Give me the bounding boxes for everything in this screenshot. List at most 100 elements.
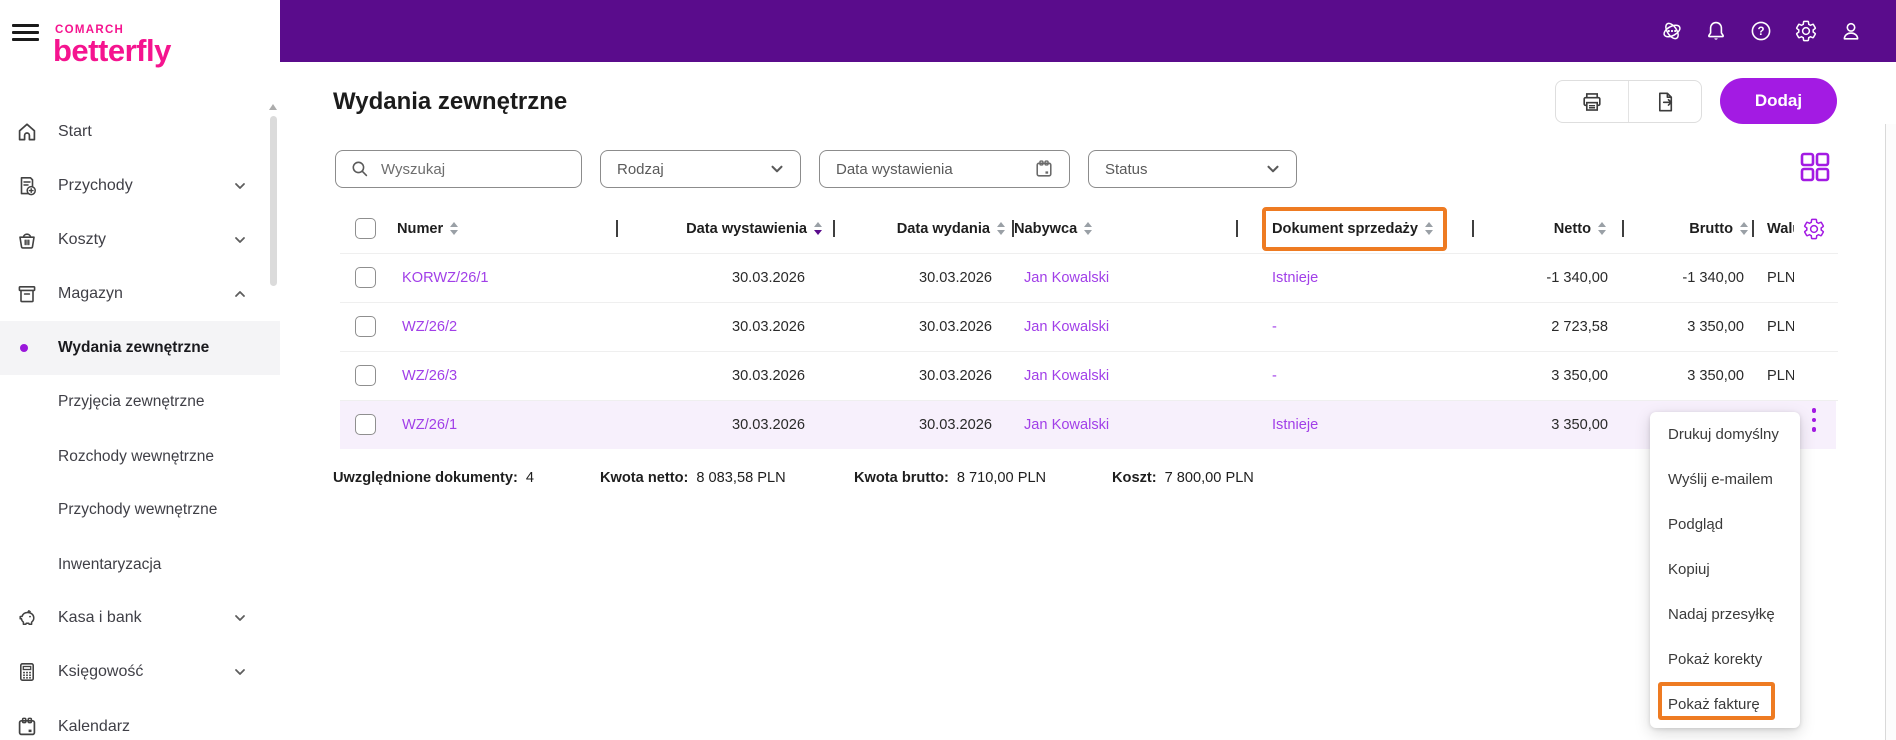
column-header-data-wydania[interactable]: Data wydania: [840, 207, 1005, 250]
row-actions-kebab-icon[interactable]: [1810, 408, 1818, 432]
sidebar-item-wydania-zewnetrzne[interactable]: Wydania zewnętrzne: [0, 321, 280, 375]
column-header-numer[interactable]: Numer: [397, 207, 459, 250]
currency-cell: PLN: [1767, 269, 1794, 286]
add-button[interactable]: Dodaj: [1720, 78, 1837, 124]
sidebar-item-przychody[interactable]: Przychody: [0, 159, 280, 213]
print-button[interactable]: [1556, 81, 1628, 122]
rodzaj-filter-dropdown[interactable]: Rodzaj: [600, 150, 801, 188]
sidebar-item-rozchody-wewnetrzne[interactable]: Rozchody wewnętrzne: [0, 430, 280, 484]
column-separator[interactable]: [1752, 220, 1754, 237]
data-wystawienia-filter-label: Data wystawienia: [836, 160, 953, 178]
row-checkbox[interactable]: [355, 316, 376, 337]
column-header-brutto[interactable]: Brutto: [1630, 207, 1748, 250]
column-separator[interactable]: [1236, 220, 1238, 237]
scroll-up-arrow[interactable]: [269, 104, 277, 110]
sales-document-link[interactable]: Istnieje: [1272, 253, 1318, 302]
document-number-link[interactable]: KORWZ/26/1: [402, 253, 489, 302]
calculator-icon: [20, 662, 34, 681]
sidebar-item-inwentaryzacja[interactable]: Inwentaryzacja: [0, 538, 280, 592]
column-separator[interactable]: [1472, 220, 1474, 237]
hamburger-menu-icon[interactable]: [12, 24, 39, 42]
sort-icon: [1598, 222, 1606, 235]
sidebar-item-przychody-wewnetrzne[interactable]: Przychody wewnętrzne: [0, 483, 280, 537]
buyer-link[interactable]: Jan Kowalski: [1024, 400, 1109, 449]
page-scrollbar[interactable]: [1885, 124, 1896, 740]
document-number-link[interactable]: WZ/26/1: [402, 400, 457, 449]
currency-cell: PLN: [1767, 367, 1794, 384]
notifications-bell-icon[interactable]: [1704, 19, 1728, 43]
table-row[interactable]: WZ/26/2 30.03.2026 30.03.2026 Jan Kowals…: [280, 302, 1896, 351]
menu-item-pokaz-fakture[interactable]: Pokaż fakturę: [1650, 682, 1800, 727]
sidebar-item-kasa-i-bank[interactable]: Kasa i bank: [0, 591, 280, 645]
sidebar-scrollbar[interactable]: [267, 100, 279, 740]
currency-cell: PLN: [1767, 318, 1794, 335]
sidebar-item-kalendarz[interactable]: Kalendarz: [0, 700, 280, 740]
menu-item-wyslij-emailem[interactable]: Wyślij e-mailem: [1650, 457, 1800, 502]
sidebar-item-label: Kalendarz: [58, 718, 131, 735]
scrollbar-thumb[interactable]: [269, 116, 277, 286]
menu-item-drukuj-domyslny[interactable]: Drukuj domyślny: [1650, 412, 1800, 457]
chat-assistant-icon[interactable]: [1660, 19, 1684, 43]
sort-icon-active-desc: [814, 222, 822, 235]
row-checkbox[interactable]: [355, 365, 376, 386]
sidebar-item-ksiegowosc[interactable]: Księgowość: [0, 645, 280, 699]
column-separator[interactable]: [1012, 220, 1014, 237]
buyer-link[interactable]: Jan Kowalski: [1024, 302, 1109, 351]
sales-document-link[interactable]: -: [1272, 351, 1277, 400]
column-settings-gear-icon[interactable]: [1802, 217, 1826, 241]
sidebar-item-label: Przychody: [58, 177, 133, 194]
menu-item-podglad[interactable]: Podgląd: [1650, 502, 1800, 547]
column-header-dokument-sprzedazy[interactable]: Dokument sprzedaży: [1272, 207, 1433, 250]
column-header-waluta[interactable]: Waluta: [1767, 207, 1794, 250]
sidebar-item-koszty[interactable]: Koszty: [0, 213, 280, 267]
sidebar-item-start[interactable]: Start: [0, 105, 280, 159]
settings-gear-icon[interactable]: [1794, 19, 1818, 43]
menu-item-kopiuj[interactable]: Kopiuj: [1650, 547, 1800, 592]
sales-document-link[interactable]: -: [1272, 302, 1277, 351]
release-date-cell: 30.03.2026: [918, 416, 992, 433]
profile-icon[interactable]: [1839, 19, 1863, 43]
sidebar-item-label: Przyjęcia zewnętrzne: [58, 393, 205, 410]
help-icon[interactable]: ?: [1749, 19, 1773, 43]
row-checkbox[interactable]: [355, 414, 376, 435]
sort-icon: [1740, 222, 1748, 235]
export-button[interactable]: [1629, 81, 1701, 122]
document-number-link[interactable]: WZ/26/3: [402, 351, 457, 400]
grid-view-toggle-icon[interactable]: [1800, 152, 1830, 182]
sort-icon: [1424, 222, 1433, 235]
basket-icon: [19, 233, 35, 249]
sales-document-link[interactable]: Istnieje: [1272, 400, 1318, 449]
menu-item-nadaj-przesylke[interactable]: Nadaj przesyłkę: [1650, 592, 1800, 637]
search-filter[interactable]: [335, 150, 582, 188]
column-separator[interactable]: [616, 220, 618, 237]
select-all-checkbox[interactable]: [355, 218, 376, 239]
chevron-up-icon: [232, 286, 248, 302]
column-separator[interactable]: [833, 220, 835, 237]
document-number-link[interactable]: WZ/26/2: [402, 302, 457, 351]
sidebar-item-magazyn[interactable]: Magazyn: [0, 267, 280, 321]
row-checkbox[interactable]: [355, 267, 376, 288]
column-header-netto[interactable]: Netto: [1490, 207, 1606, 250]
column-header-nabywca[interactable]: Nabywca: [1014, 207, 1093, 250]
brutto-cell: 3 350,00: [1687, 367, 1744, 384]
search-input[interactable]: [381, 160, 561, 178]
chevron-down-icon: [1264, 160, 1282, 178]
issue-date-cell: 30.03.2026: [731, 318, 805, 335]
sidebar-item-przyjecia-zewnetrzne[interactable]: Przyjęcia zewnętrzne: [0, 375, 280, 429]
table-row[interactable]: KORWZ/26/1 30.03.2026 30.03.2026 Jan Kow…: [280, 253, 1896, 302]
row-context-menu: Drukuj domyślny Wyślij e-mailem Podgląd …: [1650, 412, 1800, 728]
document-plus-icon: [20, 177, 36, 196]
status-filter-dropdown[interactable]: Status: [1088, 150, 1297, 188]
buyer-link[interactable]: Jan Kowalski: [1024, 253, 1109, 302]
buyer-link[interactable]: Jan Kowalski: [1024, 351, 1109, 400]
release-date-cell: 30.03.2026: [918, 367, 992, 384]
brutto-cell: 3 350,00: [1687, 318, 1744, 335]
table-row[interactable]: WZ/26/3 30.03.2026 30.03.2026 Jan Kowals…: [280, 351, 1896, 400]
chevron-down-icon: [768, 160, 786, 178]
menu-item-pokaz-korekty[interactable]: Pokaż korekty: [1650, 637, 1800, 682]
data-wystawienia-filter[interactable]: Data wystawienia: [819, 150, 1070, 188]
column-separator[interactable]: [1622, 220, 1624, 237]
column-header-data-wystawienia[interactable]: Data wystawienia: [650, 207, 822, 250]
summary-koszt-value: 7 800,00 PLN: [1164, 470, 1254, 486]
summary-documents-label: Uwzględnione dokumenty:: [333, 470, 518, 486]
